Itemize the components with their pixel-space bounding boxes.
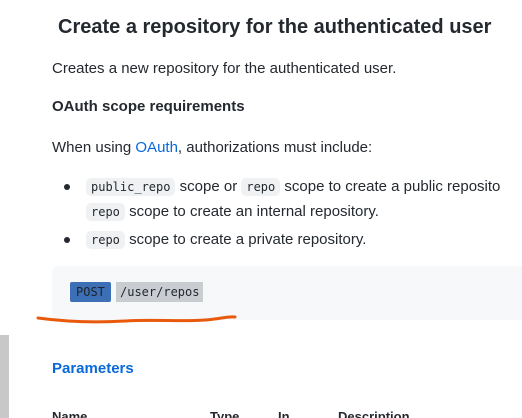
list-text: scope to create a public reposito	[280, 178, 501, 195]
section-description: Creates a new repository for the authent…	[52, 60, 397, 77]
doc-content: Create a repository for the authenticate…	[0, 0, 522, 418]
list-text: scope to create a private repository.	[124, 231, 367, 248]
list-text: scope to create an internal repository.	[124, 203, 379, 220]
list-item-continued: repo scope to create an internal reposit…	[86, 203, 379, 221]
code-repo: repo	[86, 231, 125, 249]
bullet-dot	[64, 237, 70, 243]
list-text: scope or	[175, 178, 242, 195]
column-header-in: In	[278, 409, 290, 418]
oauth-intro-suffix: , authorizations must include:	[177, 139, 373, 156]
list-item: repo scope to create a private repositor…	[86, 231, 367, 249]
column-header-name: Name	[52, 409, 88, 418]
column-header-type: Type	[210, 409, 240, 418]
bullet-dot	[64, 184, 70, 190]
code-repo: repo	[86, 203, 125, 221]
code-repo: repo	[241, 178, 281, 196]
list-item: public_repo scope or repo scope to creat…	[86, 178, 501, 196]
page-title: Create a repository for the authenticate…	[58, 16, 492, 38]
code-public-repo: public_repo	[86, 178, 176, 196]
http-method-selected-text[interactable]: POST	[70, 282, 111, 302]
oauth-intro-prefix: When using	[52, 139, 136, 156]
oauth-scope-heading: OAuth scope requirements	[52, 98, 245, 115]
column-header-description: Description	[338, 409, 410, 418]
oauth-intro: When using OAuth, authorizations must in…	[52, 139, 372, 156]
underline-annotation	[36, 315, 237, 324]
parameters-heading[interactable]: Parameters	[52, 360, 134, 377]
endpoint-path-selected-text[interactable]: /user/repos	[116, 282, 204, 302]
oauth-link[interactable]: OAuth	[135, 139, 178, 156]
